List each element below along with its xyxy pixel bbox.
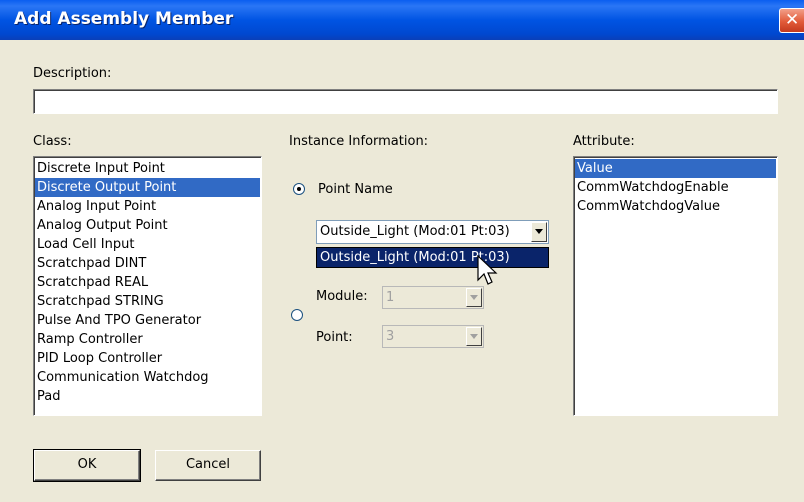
class-item[interactable]: Analog Output Point xyxy=(35,216,260,235)
point-name-dropdown-item[interactable]: Outside_Light (Mod:01 Pt:03) xyxy=(316,247,549,268)
point-combo[interactable]: 3 xyxy=(382,325,484,348)
class-label: Class: xyxy=(33,134,72,149)
class-item[interactable]: Communication Watchdog xyxy=(35,368,260,387)
class-item[interactable]: Scratchpad REAL xyxy=(35,273,260,292)
class-item[interactable]: Ramp Controller xyxy=(35,330,260,349)
cancel-button[interactable]: Cancel xyxy=(155,450,261,481)
attribute-item-selected[interactable]: Value xyxy=(575,159,776,178)
mouse-pointer-icon xyxy=(477,255,498,285)
module-point-radio[interactable] xyxy=(291,309,303,321)
class-item[interactable]: Scratchpad STRING xyxy=(35,292,260,311)
class-item[interactable]: Pulse And TPO Generator xyxy=(35,311,260,330)
module-label: Module: xyxy=(316,289,368,304)
class-item-selected[interactable]: Discrete Output Point xyxy=(35,178,260,197)
class-item[interactable]: Pad xyxy=(35,387,260,406)
title-bar[interactable]: Add Assembly Member ✕ xyxy=(0,0,804,40)
point-name-value: Outside_Light (Mod:01 Pt:03) xyxy=(320,224,510,239)
close-button[interactable]: ✕ xyxy=(779,8,804,33)
module-value: 1 xyxy=(386,290,395,305)
point-name-dropdown-button[interactable] xyxy=(531,222,547,242)
close-icon: ✕ xyxy=(785,10,800,30)
class-item[interactable]: Analog Input Point xyxy=(35,197,260,216)
attribute-label: Attribute: xyxy=(573,134,635,149)
ok-button[interactable]: OK xyxy=(33,449,141,482)
class-item[interactable]: Load Cell Input xyxy=(35,235,260,254)
class-item[interactable]: Discrete Input Point xyxy=(35,159,260,178)
point-name-radio[interactable] xyxy=(293,183,305,195)
class-listbox[interactable]: Discrete Input Point Discrete Output Poi… xyxy=(33,156,262,416)
class-item[interactable]: PID Loop Controller xyxy=(35,349,260,368)
description-label: Description: xyxy=(33,66,112,81)
point-name-label: Point Name xyxy=(318,182,393,197)
module-combo[interactable]: 1 xyxy=(382,286,484,309)
point-value: 3 xyxy=(386,329,395,344)
instance-label: Instance Information: xyxy=(289,134,429,149)
attribute-listbox[interactable]: Value CommWatchdogEnable CommWatchdogVal… xyxy=(573,156,778,416)
point-label: Point: xyxy=(316,330,353,345)
point-name-combo[interactable]: Outside_Light (Mod:01 Pt:03) xyxy=(316,220,549,244)
attribute-item[interactable]: CommWatchdogValue xyxy=(575,197,776,216)
dialog-title: Add Assembly Member xyxy=(14,9,234,29)
module-dropdown-button[interactable] xyxy=(466,288,482,307)
description-field[interactable] xyxy=(33,89,778,114)
attribute-item[interactable]: CommWatchdogEnable xyxy=(575,178,776,197)
class-item[interactable]: Scratchpad DINT xyxy=(35,254,260,273)
point-dropdown-button[interactable] xyxy=(466,327,482,346)
